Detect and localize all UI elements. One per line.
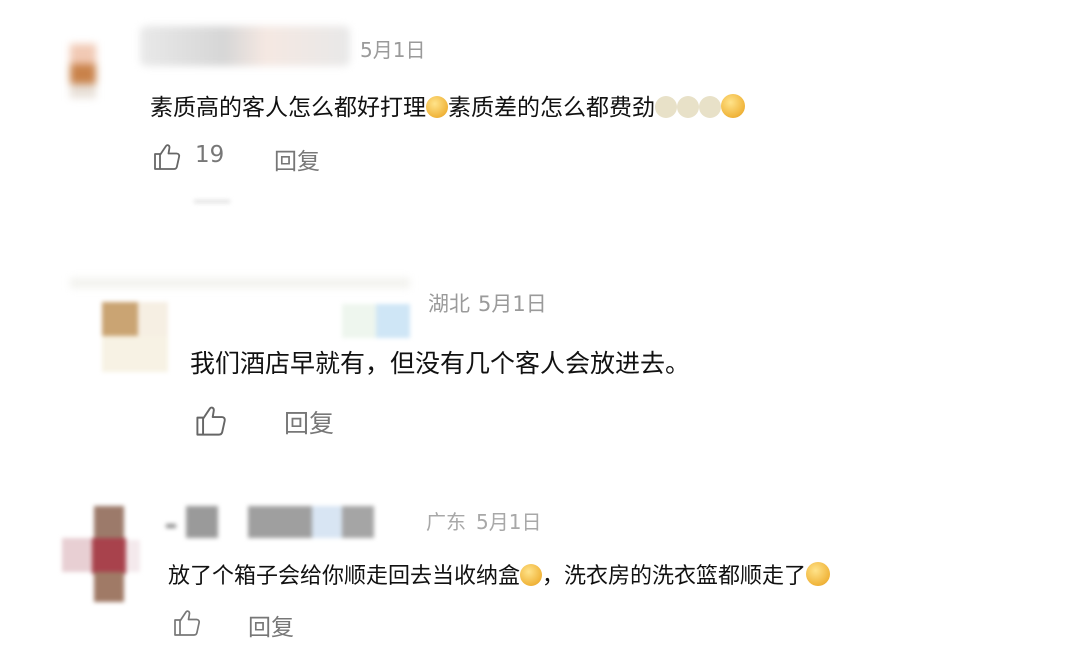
comment-text-part: 素质差的怎么都费劲 xyxy=(448,95,655,121)
username[interactable] xyxy=(166,506,376,538)
avatar[interactable] xyxy=(64,40,104,102)
username[interactable] xyxy=(342,304,410,338)
shy-emoji-icon xyxy=(806,562,831,586)
username[interactable] xyxy=(140,26,350,66)
comment-location: 广东 xyxy=(426,510,466,534)
divider xyxy=(194,200,230,203)
reply-button[interactable]: 回复 xyxy=(248,608,294,642)
like-icon[interactable] xyxy=(194,404,228,438)
comment-date: 5月1日 xyxy=(360,38,426,62)
reply-button[interactable]: 回复 xyxy=(274,142,320,176)
like-icon[interactable] xyxy=(172,608,202,638)
comment-text: 我们酒店早就有，但没有几个客人会放进去。 xyxy=(190,349,691,378)
like-count: 19 xyxy=(195,142,225,168)
comment-text-part: 素质高的客人怎么都好打理 xyxy=(150,95,426,121)
comment-text: 放了个箱子会给你顺走回去当收纳盒 ，洗衣房的洗衣篮都顺走了 xyxy=(168,558,831,590)
cat-emoji-icon xyxy=(655,96,677,118)
comment-text-part: ，洗衣房的洗衣篮都顺走了 xyxy=(542,564,807,589)
laugh-emoji-icon xyxy=(520,564,543,586)
shy-emoji-icon xyxy=(721,94,745,118)
comment-text-part: 放了个箱子会给你顺走回去当收纳盒 xyxy=(168,564,521,589)
avatar[interactable] xyxy=(102,302,168,372)
like-icon[interactable] xyxy=(152,142,182,172)
avatar[interactable] xyxy=(62,506,140,602)
comment-date: 5月1日 xyxy=(478,292,547,316)
cat-emoji-icon xyxy=(699,96,721,118)
comment-text: 素质高的客人怎么都好打理 素质差的怎么都费劲 xyxy=(150,88,745,122)
reply-button[interactable]: 回复 xyxy=(284,404,334,440)
comment-date: 5月1日 xyxy=(476,510,542,534)
cat-emoji-icon xyxy=(677,96,699,118)
comment-location: 湖北 xyxy=(428,292,470,316)
username[interactable] xyxy=(70,278,410,288)
laugh-emoji-icon xyxy=(426,96,448,118)
